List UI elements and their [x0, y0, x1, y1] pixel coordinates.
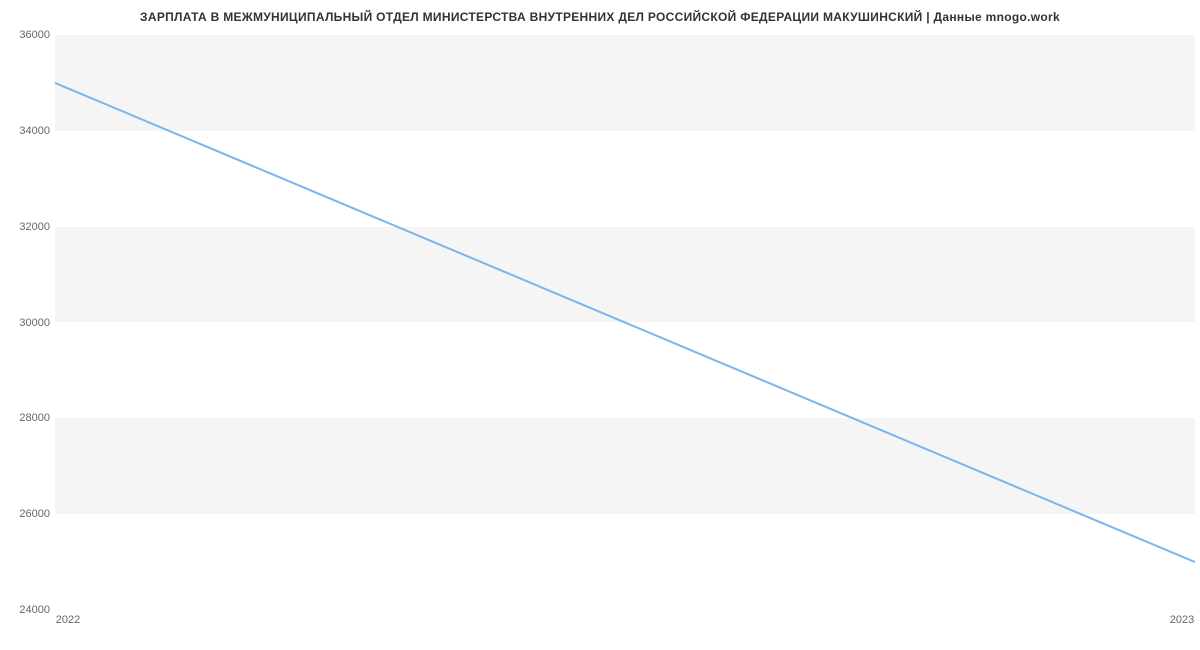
chart-container: ЗАРПЛАТА В МЕЖМУНИЦИПАЛЬНЫЙ ОТДЕЛ МИНИСТ… [0, 0, 1200, 650]
x-tick-label: 2023 [1170, 614, 1194, 626]
y-tick-label: 36000 [8, 29, 50, 41]
line-series [55, 35, 1195, 610]
y-tick-label: 28000 [8, 412, 50, 424]
y-tick-label: 24000 [8, 604, 50, 616]
y-tick-label: 26000 [8, 508, 50, 520]
plot-area [55, 35, 1195, 610]
y-tick-label: 32000 [8, 221, 50, 233]
y-tick-label: 34000 [8, 125, 50, 137]
chart-title: ЗАРПЛАТА В МЕЖМУНИЦИПАЛЬНЫЙ ОТДЕЛ МИНИСТ… [0, 0, 1200, 24]
x-tick-label: 2022 [56, 614, 80, 626]
y-tick-label: 30000 [8, 317, 50, 329]
